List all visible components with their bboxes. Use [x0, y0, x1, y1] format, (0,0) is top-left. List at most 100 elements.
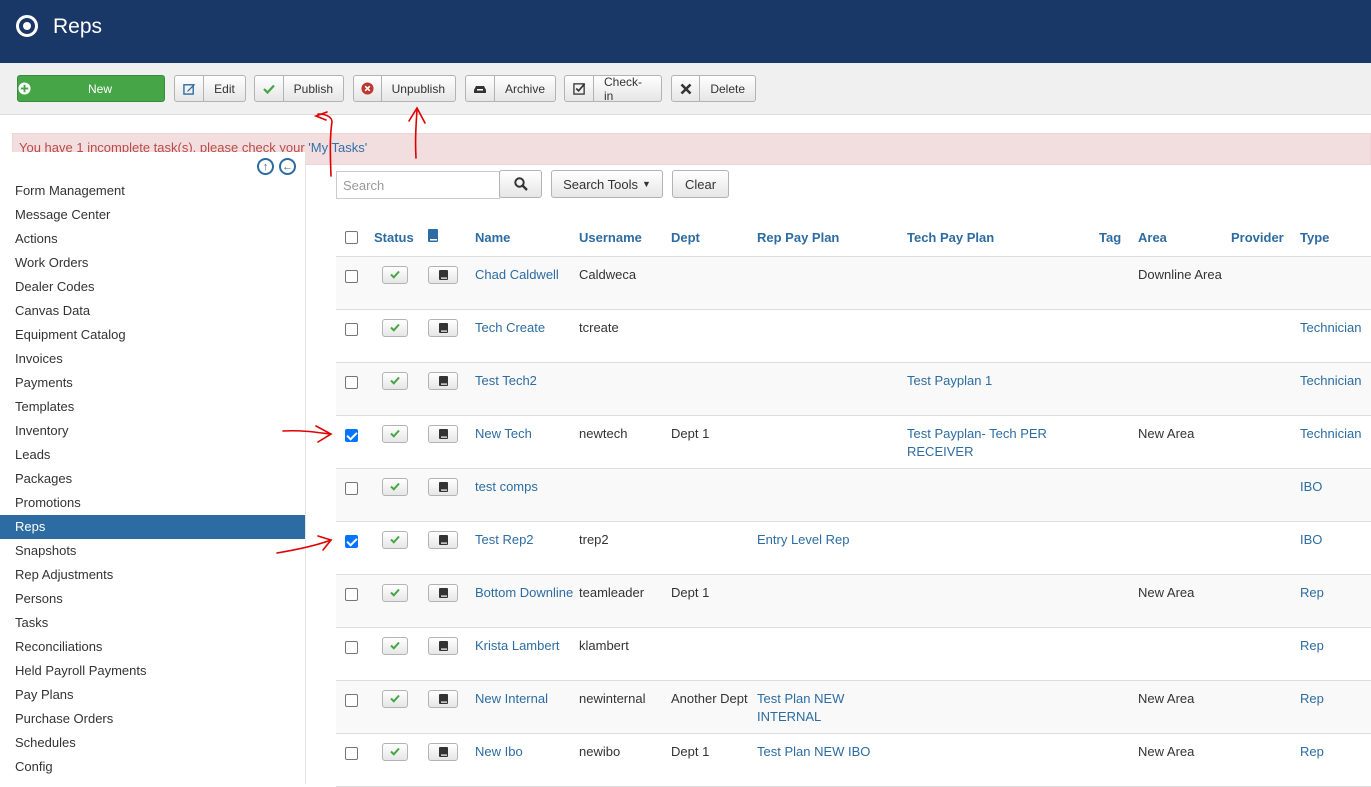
type-value[interactable]: Technician: [1300, 373, 1361, 388]
type-value[interactable]: Rep: [1300, 691, 1324, 706]
search-tools-button[interactable]: Search Tools ▼: [551, 170, 663, 198]
my-tasks-link[interactable]: 'My Tasks': [308, 140, 367, 155]
name-value[interactable]: Bottom Downline: [475, 585, 573, 600]
row-checkbox[interactable]: [345, 481, 358, 495]
name-value[interactable]: Chad Caldwell: [475, 267, 559, 282]
sidebar-item-leads[interactable]: Leads: [0, 443, 305, 467]
row-checkbox[interactable]: [345, 640, 358, 654]
published-toggle[interactable]: [382, 424, 408, 443]
notes-button[interactable]: [428, 477, 458, 496]
publish-button[interactable]: Publish: [254, 75, 344, 102]
notes-button[interactable]: [428, 583, 458, 602]
sidebar-item-snapshots[interactable]: Snapshots: [0, 539, 305, 563]
sidebar-item-message-center[interactable]: Message Center: [0, 203, 305, 227]
sidebar-item-inventory[interactable]: Inventory: [0, 419, 305, 443]
search-input[interactable]: [336, 171, 500, 199]
name-value[interactable]: New Ibo: [475, 744, 523, 759]
name-value[interactable]: New Tech: [475, 426, 532, 441]
name-value[interactable]: Tech Create: [475, 320, 545, 335]
col-status[interactable]: Status: [374, 219, 427, 257]
name-value[interactable]: Test Tech2: [475, 373, 537, 388]
sidebar-item-reps[interactable]: Reps: [0, 515, 305, 539]
checkin-button[interactable]: Check-in: [564, 75, 662, 103]
name-value[interactable]: test comps: [475, 479, 538, 494]
sidebar-item-reconciliations[interactable]: Reconciliations: [0, 635, 305, 659]
sidebar-item-dealer-codes[interactable]: Dealer Codes: [0, 275, 305, 299]
col-tag[interactable]: Tag: [1099, 219, 1138, 257]
type-value[interactable]: IBO: [1300, 479, 1322, 494]
type-value[interactable]: Technician: [1300, 320, 1361, 335]
edit-button[interactable]: Edit: [174, 75, 246, 102]
rep-pay-plan-value[interactable]: Entry Level Rep: [757, 532, 850, 547]
type-value[interactable]: Technician: [1300, 426, 1361, 441]
notes-button[interactable]: [428, 424, 458, 443]
rep-pay-plan-value[interactable]: Test Plan NEW IBO: [757, 744, 870, 759]
delete-button[interactable]: Delete: [671, 75, 756, 102]
sidebar-item-promotions[interactable]: Promotions: [0, 491, 305, 515]
row-checkbox[interactable]: [345, 746, 358, 760]
type-value[interactable]: Rep: [1300, 638, 1324, 653]
published-toggle[interactable]: [382, 636, 408, 655]
col-type[interactable]: Type: [1300, 219, 1371, 257]
tech-pay-plan-value[interactable]: Test Payplan 1: [907, 373, 992, 388]
unpublish-button[interactable]: Unpublish: [353, 75, 456, 102]
row-checkbox[interactable]: [345, 693, 358, 707]
arrow-left-icon[interactable]: ←: [279, 158, 296, 175]
row-checkbox[interactable]: [345, 322, 358, 336]
sidebar-item-packages[interactable]: Packages: [0, 467, 305, 491]
row-checkbox[interactable]: [345, 534, 358, 548]
published-toggle[interactable]: [382, 265, 408, 284]
archive-button[interactable]: Archive: [465, 75, 556, 102]
sidebar-item-persons[interactable]: Persons: [0, 587, 305, 611]
sidebar-item-rep-adjustments[interactable]: Rep Adjustments: [0, 563, 305, 587]
notes-button[interactable]: [428, 742, 458, 761]
col-username[interactable]: Username: [579, 219, 671, 257]
notes-button[interactable]: [428, 689, 458, 708]
tech-pay-plan-value[interactable]: Test Payplan- Tech PER RECEIVER: [907, 426, 1047, 459]
clear-button[interactable]: Clear: [672, 170, 729, 198]
sidebar-item-form-management[interactable]: Form Management: [0, 179, 305, 203]
select-all-checkbox[interactable]: [345, 231, 358, 245]
arrow-up-icon[interactable]: ↑: [257, 158, 274, 175]
notes-button[interactable]: [428, 636, 458, 655]
sidebar-item-work-orders[interactable]: Work Orders: [0, 251, 305, 275]
type-value[interactable]: Rep: [1300, 585, 1324, 600]
row-checkbox[interactable]: [345, 587, 358, 601]
sidebar-item-schedules[interactable]: Schedules: [0, 731, 305, 755]
type-value[interactable]: Rep: [1300, 744, 1324, 759]
row-checkbox[interactable]: [345, 269, 358, 283]
notes-button[interactable]: [428, 371, 458, 390]
row-checkbox[interactable]: [345, 375, 358, 389]
sidebar-item-actions[interactable]: Actions: [0, 227, 305, 251]
name-value[interactable]: Test Rep2: [475, 532, 534, 547]
col-tech-pay-plan[interactable]: Tech Pay Plan: [907, 219, 1099, 257]
col-rep-pay-plan[interactable]: Rep Pay Plan: [757, 219, 907, 257]
col-provider[interactable]: Provider: [1231, 219, 1300, 257]
published-toggle[interactable]: [382, 530, 408, 549]
sidebar-item-config[interactable]: Config: [0, 755, 305, 779]
new-button[interactable]: New: [17, 75, 165, 102]
name-value[interactable]: Krista Lambert: [475, 638, 560, 653]
col-notes[interactable]: [427, 219, 475, 257]
published-toggle[interactable]: [382, 689, 408, 708]
search-button[interactable]: [499, 170, 542, 198]
sidebar-item-purchase-orders[interactable]: Purchase Orders: [0, 707, 305, 731]
notes-button[interactable]: [428, 318, 458, 337]
sidebar-item-equipment-catalog[interactable]: Equipment Catalog: [0, 323, 305, 347]
row-checkbox[interactable]: [345, 428, 358, 442]
col-area[interactable]: Area: [1138, 219, 1231, 257]
rep-pay-plan-value[interactable]: Test Plan NEW INTERNAL: [757, 691, 844, 724]
published-toggle[interactable]: [382, 318, 408, 337]
type-value[interactable]: IBO: [1300, 532, 1322, 547]
published-toggle[interactable]: [382, 371, 408, 390]
published-toggle[interactable]: [382, 583, 408, 602]
sidebar-item-canvas-data[interactable]: Canvas Data: [0, 299, 305, 323]
sidebar-item-held-payroll-payments[interactable]: Held Payroll Payments: [0, 659, 305, 683]
notes-button[interactable]: [428, 265, 458, 284]
col-name[interactable]: Name: [475, 219, 579, 257]
col-dept[interactable]: Dept: [671, 219, 757, 257]
sidebar-item-payments[interactable]: Payments: [0, 371, 305, 395]
published-toggle[interactable]: [382, 742, 408, 761]
sidebar-item-pay-plans[interactable]: Pay Plans: [0, 683, 305, 707]
sidebar-item-invoices[interactable]: Invoices: [0, 347, 305, 371]
